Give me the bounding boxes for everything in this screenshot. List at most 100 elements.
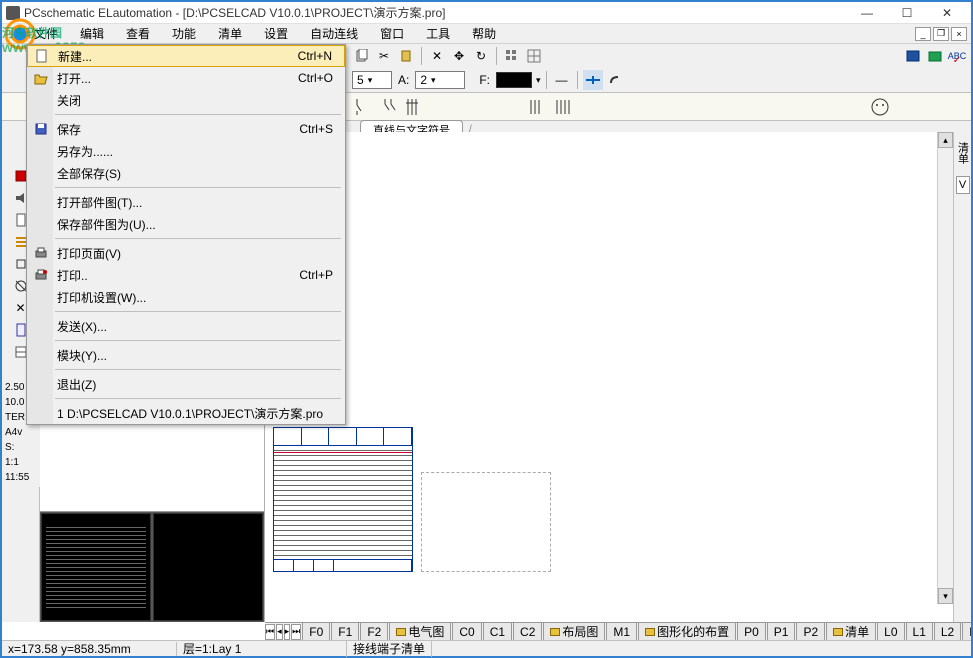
- canvas-area[interactable]: ▴ ▾: [265, 132, 953, 622]
- menu-item-[interactable]: 保存Ctrl+S: [27, 118, 345, 140]
- tab-label: F0: [309, 625, 323, 639]
- close-button[interactable]: ✕: [927, 3, 967, 23]
- right-panel-label[interactable]: 清单: [955, 136, 971, 170]
- tab-nav-last-icon[interactable]: ⏭: [291, 624, 301, 640]
- drawing-preview[interactable]: [273, 427, 413, 572]
- symbol-motor-icon[interactable]: [869, 96, 891, 118]
- tool-grid-icon[interactable]: [502, 46, 522, 66]
- symbol-resistor-icon[interactable]: [526, 96, 548, 118]
- menu-item-[interactable]: 打印..Ctrl+P: [27, 264, 345, 286]
- blank-icon: [33, 347, 49, 363]
- tab-nav-next-icon[interactable]: ▸: [284, 624, 291, 640]
- menu-item-[interactable]: 关闭: [27, 89, 345, 111]
- menu-help[interactable]: 帮助: [468, 23, 500, 44]
- vertical-scrollbar[interactable]: ▴ ▾: [937, 132, 953, 604]
- new-icon: [34, 48, 50, 64]
- menu-item-s[interactable]: 全部保存(S): [27, 162, 345, 184]
- page-tab-L1[interactable]: L1: [906, 622, 933, 640]
- color-dropdown-arrow[interactable]: ▾: [536, 75, 541, 86]
- symbol-cap-icon[interactable]: [552, 96, 574, 118]
- page-tab-P0[interactable]: P0: [737, 622, 766, 640]
- snap-icon[interactable]: [583, 70, 603, 90]
- minimize-button[interactable]: —: [847, 3, 887, 23]
- blank-icon: [33, 194, 49, 210]
- page-tab-F0[interactable]: F0: [302, 622, 330, 640]
- color-picker[interactable]: [496, 72, 532, 88]
- tool-db-icon[interactable]: [903, 46, 923, 66]
- page-tab-布局图[interactable]: 布局图: [543, 622, 605, 640]
- page-tab-C0[interactable]: C0: [452, 622, 481, 640]
- tab-nav-first-icon[interactable]: ⏮: [265, 624, 275, 640]
- menu-item-y[interactable]: 模块(Y)...: [27, 344, 345, 366]
- page-tab-P1[interactable]: P1: [767, 622, 796, 640]
- mdi-close[interactable]: ×: [951, 27, 967, 41]
- menu-item-v[interactable]: 打印页面(V): [27, 242, 345, 264]
- menu-edit[interactable]: 编辑: [76, 23, 108, 44]
- line-style-icon[interactable]: —: [552, 70, 572, 90]
- mdi-restore[interactable]: ❐: [933, 27, 949, 41]
- page-tab-L2[interactable]: L2: [934, 622, 961, 640]
- right-v-button[interactable]: V: [956, 176, 970, 194]
- tab-label: F1: [338, 625, 352, 639]
- menu-item-[interactable]: 新建...Ctrl+N: [27, 45, 345, 67]
- symbol-switch-icon[interactable]: [378, 96, 400, 118]
- menu-autowire[interactable]: 自动连线: [306, 23, 362, 44]
- size-dropdown[interactable]: 5▾: [352, 71, 392, 89]
- menu-item-u[interactable]: 保存部件图为(U)...: [27, 213, 345, 235]
- mdi-minimize[interactable]: _: [915, 27, 931, 41]
- menu-item-dpcselcadvprojectpro[interactable]: 1 D:\PCSELCAD V10.0.1\PROJECT\演示方案.pro: [27, 402, 345, 424]
- page-tab-L0[interactable]: L0: [877, 622, 904, 640]
- menu-item-x[interactable]: 发送(X)...: [27, 315, 345, 337]
- menu-function[interactable]: 功能: [168, 23, 200, 44]
- tool-box-icon[interactable]: [925, 46, 945, 66]
- tab-label: 清单: [845, 623, 869, 640]
- menu-item-label: 退出(Z): [57, 376, 96, 393]
- symbol-contact-icon[interactable]: [352, 96, 374, 118]
- tool-grid2-icon[interactable]: [524, 46, 544, 66]
- menu-view[interactable]: 查看: [122, 23, 154, 44]
- menu-tools[interactable]: 工具: [422, 23, 454, 44]
- tool-paste-icon[interactable]: [396, 46, 416, 66]
- menu-settings[interactable]: 设置: [260, 23, 292, 44]
- menu-item-z[interactable]: 退出(Z): [27, 373, 345, 395]
- page-tab-图形化的布置[interactable]: 图形化的布置: [638, 622, 736, 640]
- tab-label: P2: [803, 625, 818, 639]
- tool-copy-icon[interactable]: [352, 46, 372, 66]
- tool-spellcheck-icon[interactable]: ABC✓: [947, 46, 967, 66]
- menu-shortcut: Ctrl+N: [298, 49, 332, 63]
- thumbnail-1[interactable]: [41, 513, 151, 621]
- menu-item-label: 关闭: [57, 92, 81, 109]
- tool-delete-icon[interactable]: ✕: [427, 46, 447, 66]
- page-tab-C1[interactable]: C1: [483, 622, 512, 640]
- scroll-up-icon[interactable]: ▴: [938, 132, 953, 148]
- page-tab-P2[interactable]: P2: [796, 622, 825, 640]
- menu-item-[interactable]: 另存为......: [27, 140, 345, 162]
- page-tab-清单[interactable]: 清单: [826, 622, 876, 640]
- thumbnail-2[interactable]: [153, 513, 263, 621]
- right-toolbar: 清单 V: [953, 132, 971, 622]
- symbol-coil-icon[interactable]: [404, 96, 426, 118]
- page-tab-C2[interactable]: C2: [513, 622, 542, 640]
- undo-icon[interactable]: [605, 70, 625, 90]
- status-sheet: 接线端子清单: [347, 640, 432, 657]
- tab-label: 布局图: [562, 623, 598, 640]
- tab-label: F2: [367, 625, 381, 639]
- page-tab-F1[interactable]: F1: [331, 622, 359, 640]
- menu-item-w[interactable]: 打印机设置(W)...: [27, 286, 345, 308]
- blank-icon: [33, 405, 49, 421]
- scroll-down-icon[interactable]: ▾: [938, 588, 953, 604]
- tool-redo-icon[interactable]: ↻: [471, 46, 491, 66]
- a-dropdown[interactable]: 2▾: [415, 71, 465, 89]
- menu-window[interactable]: 窗口: [376, 23, 408, 44]
- tool-cut-icon[interactable]: ✂: [374, 46, 394, 66]
- page-tab-电气图[interactable]: 电气图: [389, 622, 451, 640]
- maximize-button[interactable]: ☐: [887, 3, 927, 23]
- tool-move-icon[interactable]: ✥: [449, 46, 469, 66]
- menu-list[interactable]: 清单: [214, 23, 246, 44]
- page-tab-L3[interactable]: L3: [962, 622, 971, 640]
- page-tab-M1[interactable]: M1: [606, 622, 637, 640]
- menu-item-[interactable]: 打开...Ctrl+O: [27, 67, 345, 89]
- tab-nav-prev-icon[interactable]: ◂: [276, 624, 283, 640]
- page-tab-F2[interactable]: F2: [360, 622, 388, 640]
- menu-item-t[interactable]: 打开部件图(T)...: [27, 191, 345, 213]
